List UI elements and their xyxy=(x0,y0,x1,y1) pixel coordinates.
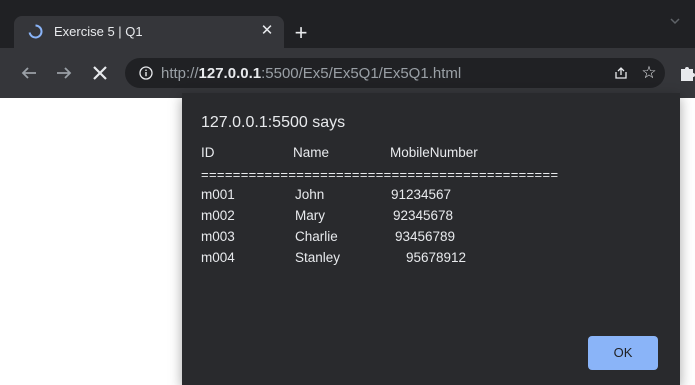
back-arrow-icon[interactable] xyxy=(18,62,40,84)
extensions-puzzle-icon[interactable] xyxy=(679,63,695,83)
cell-name: Stanley xyxy=(295,250,341,265)
header-row: ID Name MobileNumber xyxy=(201,145,671,169)
cell-id: m003 xyxy=(201,229,235,244)
url-path: :5500/Ex5/Ex5Q1/Ex5Q1.html xyxy=(261,65,462,82)
table-row: m001 John 91234567 xyxy=(201,187,671,208)
info-icon[interactable] xyxy=(139,66,153,80)
cell-name: Charlie xyxy=(295,229,338,244)
ok-button[interactable]: OK xyxy=(588,336,658,370)
alert-dialog: 127.0.0.1:5500 says ID Name MobileNumber… xyxy=(182,93,680,385)
column-header-name: Name xyxy=(293,145,330,160)
table-row: m003 Charlie 93456789 xyxy=(201,229,671,250)
cell-id: m004 xyxy=(201,250,235,265)
separator-line: ========================================… xyxy=(201,169,559,182)
tab-title: Exercise 5 | Q1 xyxy=(54,24,143,39)
cell-mobile: 92345678 xyxy=(393,208,454,223)
loading-spinner-icon xyxy=(28,24,43,39)
cell-mobile: 91234567 xyxy=(391,187,452,202)
cell-name: Mary xyxy=(295,208,325,223)
forward-arrow-icon[interactable] xyxy=(53,62,75,84)
new-tab-button[interactable]: + xyxy=(290,22,312,44)
dialog-message: ID Name MobileNumber ===================… xyxy=(201,145,671,271)
column-header-id: ID xyxy=(201,145,215,160)
cell-id: m002 xyxy=(201,208,235,223)
tab-search-chevron-icon[interactable] xyxy=(668,14,682,28)
address-bar[interactable]: http://127.0.0.1:5500/Ex5/Ex5Q1/Ex5Q1.ht… xyxy=(125,58,665,88)
cell-mobile: 93456789 xyxy=(395,229,456,244)
stop-loading-icon[interactable] xyxy=(89,62,111,84)
browser-toolbar: http://127.0.0.1:5500/Ex5/Ex5Q1/Ex5Q1.ht… xyxy=(0,48,695,98)
url-host: 127.0.0.1 xyxy=(198,65,262,82)
cell-name: John xyxy=(295,187,325,202)
bookmark-star-icon[interactable]: ☆ xyxy=(640,64,658,82)
browser-window: Exercise 5 | Q1 ✕ + http://127.0.0.1:550… xyxy=(0,0,695,385)
column-header-mobile: MobileNumber xyxy=(390,145,478,160)
tab-strip: Exercise 5 | Q1 ✕ + xyxy=(0,0,695,48)
table-row: m004 Stanley 95678912 xyxy=(201,250,671,271)
table-row: m002 Mary 92345678 xyxy=(201,208,671,229)
url-scheme: http:// xyxy=(161,65,199,82)
share-icon[interactable] xyxy=(613,65,629,81)
tab-close-icon[interactable]: ✕ xyxy=(258,22,276,40)
cell-id: m001 xyxy=(201,187,235,202)
tab-exercise[interactable]: Exercise 5 | Q1 ✕ xyxy=(14,16,284,48)
cell-mobile: 95678912 xyxy=(406,250,467,265)
dialog-title: 127.0.0.1:5500 says xyxy=(201,114,346,131)
url-text: http://127.0.0.1:5500/Ex5/Ex5Q1/Ex5Q1.ht… xyxy=(161,65,461,82)
